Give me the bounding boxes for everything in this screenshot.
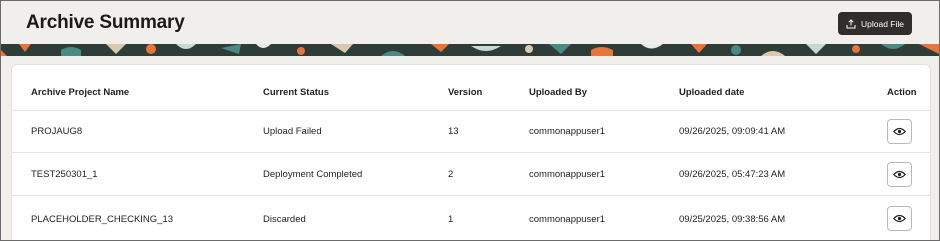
eye-icon — [893, 127, 906, 136]
eye-icon — [893, 170, 906, 179]
upload-icon — [846, 18, 856, 28]
current-status: Discarded — [263, 213, 306, 225]
eye-icon — [893, 214, 906, 223]
table-row: PROJAUG8 Upload Failed 13 commonappuser1… — [11, 111, 931, 153]
uploaded-by: commonappuser1 — [529, 126, 606, 137]
column-header-version: Version — [448, 86, 483, 98]
version: 1 — [448, 213, 454, 225]
decorative-banner — [1, 44, 939, 56]
view-button[interactable] — [887, 119, 912, 144]
column-header-action: Action — [887, 86, 917, 98]
uploaded-by: commonappuser1 — [529, 168, 606, 180]
table-row: PLACEHOLDER_CHECKING_13 Discarded 1 comm… — [11, 196, 931, 240]
archive-project-name: PLACEHOLDER_CHECKING_13 — [31, 213, 174, 225]
table-header-row: Archive Project Name Current Status Vers… — [11, 74, 931, 111]
uploaded-by: commonappuser1 — [529, 213, 606, 225]
uploaded-date: 09/25/2025, 09:38:56 AM — [679, 213, 786, 225]
current-status: Upload Failed — [263, 126, 322, 137]
column-header-uploaded-date: Uploaded date — [679, 86, 745, 98]
uploaded-date: 09/26/2025, 05:47:23 AM — [679, 168, 786, 180]
current-status: Deployment Completed — [263, 168, 363, 180]
table-row: TEST250301_1 Deployment Completed 2 comm… — [11, 153, 931, 196]
view-button[interactable] — [887, 162, 912, 187]
column-header-status: Current Status — [263, 86, 329, 98]
version: 13 — [448, 126, 459, 137]
upload-file-label: Upload File — [861, 18, 904, 29]
archive-project-name: TEST250301_1 — [31, 168, 98, 180]
view-button[interactable] — [887, 206, 912, 231]
upload-file-button[interactable]: Upload File — [838, 12, 912, 35]
archive-project-name: PROJAUG8 — [31, 126, 83, 137]
uploaded-date: 09/26/2025, 09:09:41 AM — [679, 126, 786, 137]
column-header-name: Archive Project Name — [31, 86, 130, 98]
column-header-uploaded-by: Uploaded By — [529, 86, 588, 98]
page-title: Archive Summary — [26, 12, 185, 33]
app-frame: Archive Summary Upload File Archive Proj… — [0, 0, 940, 241]
version: 2 — [448, 168, 454, 180]
